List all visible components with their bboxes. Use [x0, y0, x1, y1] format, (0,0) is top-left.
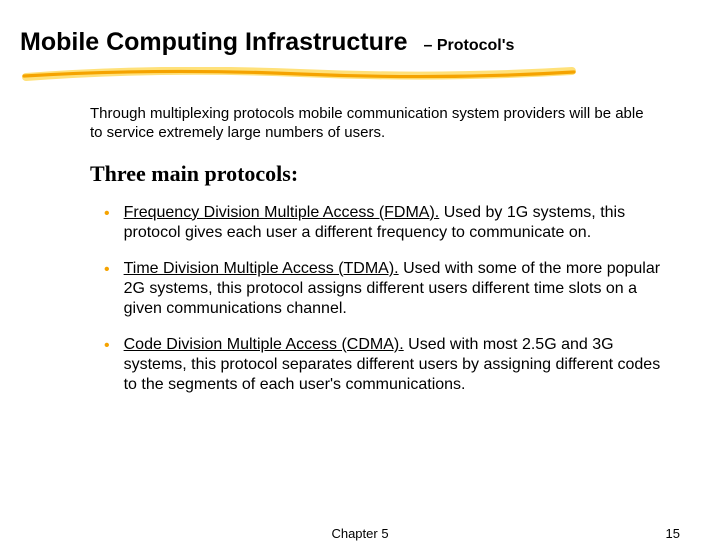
bullet-body: Frequency Division Multiple Access (FDMA… [124, 203, 670, 243]
footer-chapter: Chapter 5 [331, 526, 388, 541]
bullet-lead: Code Division Multiple Access (CDMA). [124, 336, 404, 353]
bullet-icon: • [104, 336, 110, 357]
title-underline [20, 67, 700, 81]
title-row: Mobile Computing Infrastructure – Protoc… [20, 28, 700, 57]
bullet-icon: • [104, 260, 110, 281]
list-item: • Code Division Multiple Access (CDMA). … [104, 335, 670, 395]
bullet-lead: Frequency Division Multiple Access (FDMA… [124, 204, 440, 221]
bullet-list: • Frequency Division Multiple Access (FD… [104, 203, 670, 395]
page-number: 15 [666, 526, 680, 541]
list-item: • Frequency Division Multiple Access (FD… [104, 203, 670, 243]
intro-text: Through multiplexing protocols mobile co… [90, 105, 660, 143]
list-item: • Time Division Multiple Access (TDMA). … [104, 259, 670, 319]
bullet-body: Time Division Multiple Access (TDMA). Us… [124, 259, 670, 319]
slide-title-main: Mobile Computing Infrastructure [20, 28, 408, 57]
underline-icon [20, 67, 580, 83]
bullet-icon: • [104, 204, 110, 225]
bullet-lead: Time Division Multiple Access (TDMA). [124, 260, 399, 277]
slide: Mobile Computing Infrastructure – Protoc… [0, 0, 720, 540]
subheading: Three main protocols: [90, 161, 700, 187]
slide-title-sub: – Protocol's [424, 37, 515, 55]
bullet-body: Code Division Multiple Access (CDMA). Us… [124, 335, 670, 395]
